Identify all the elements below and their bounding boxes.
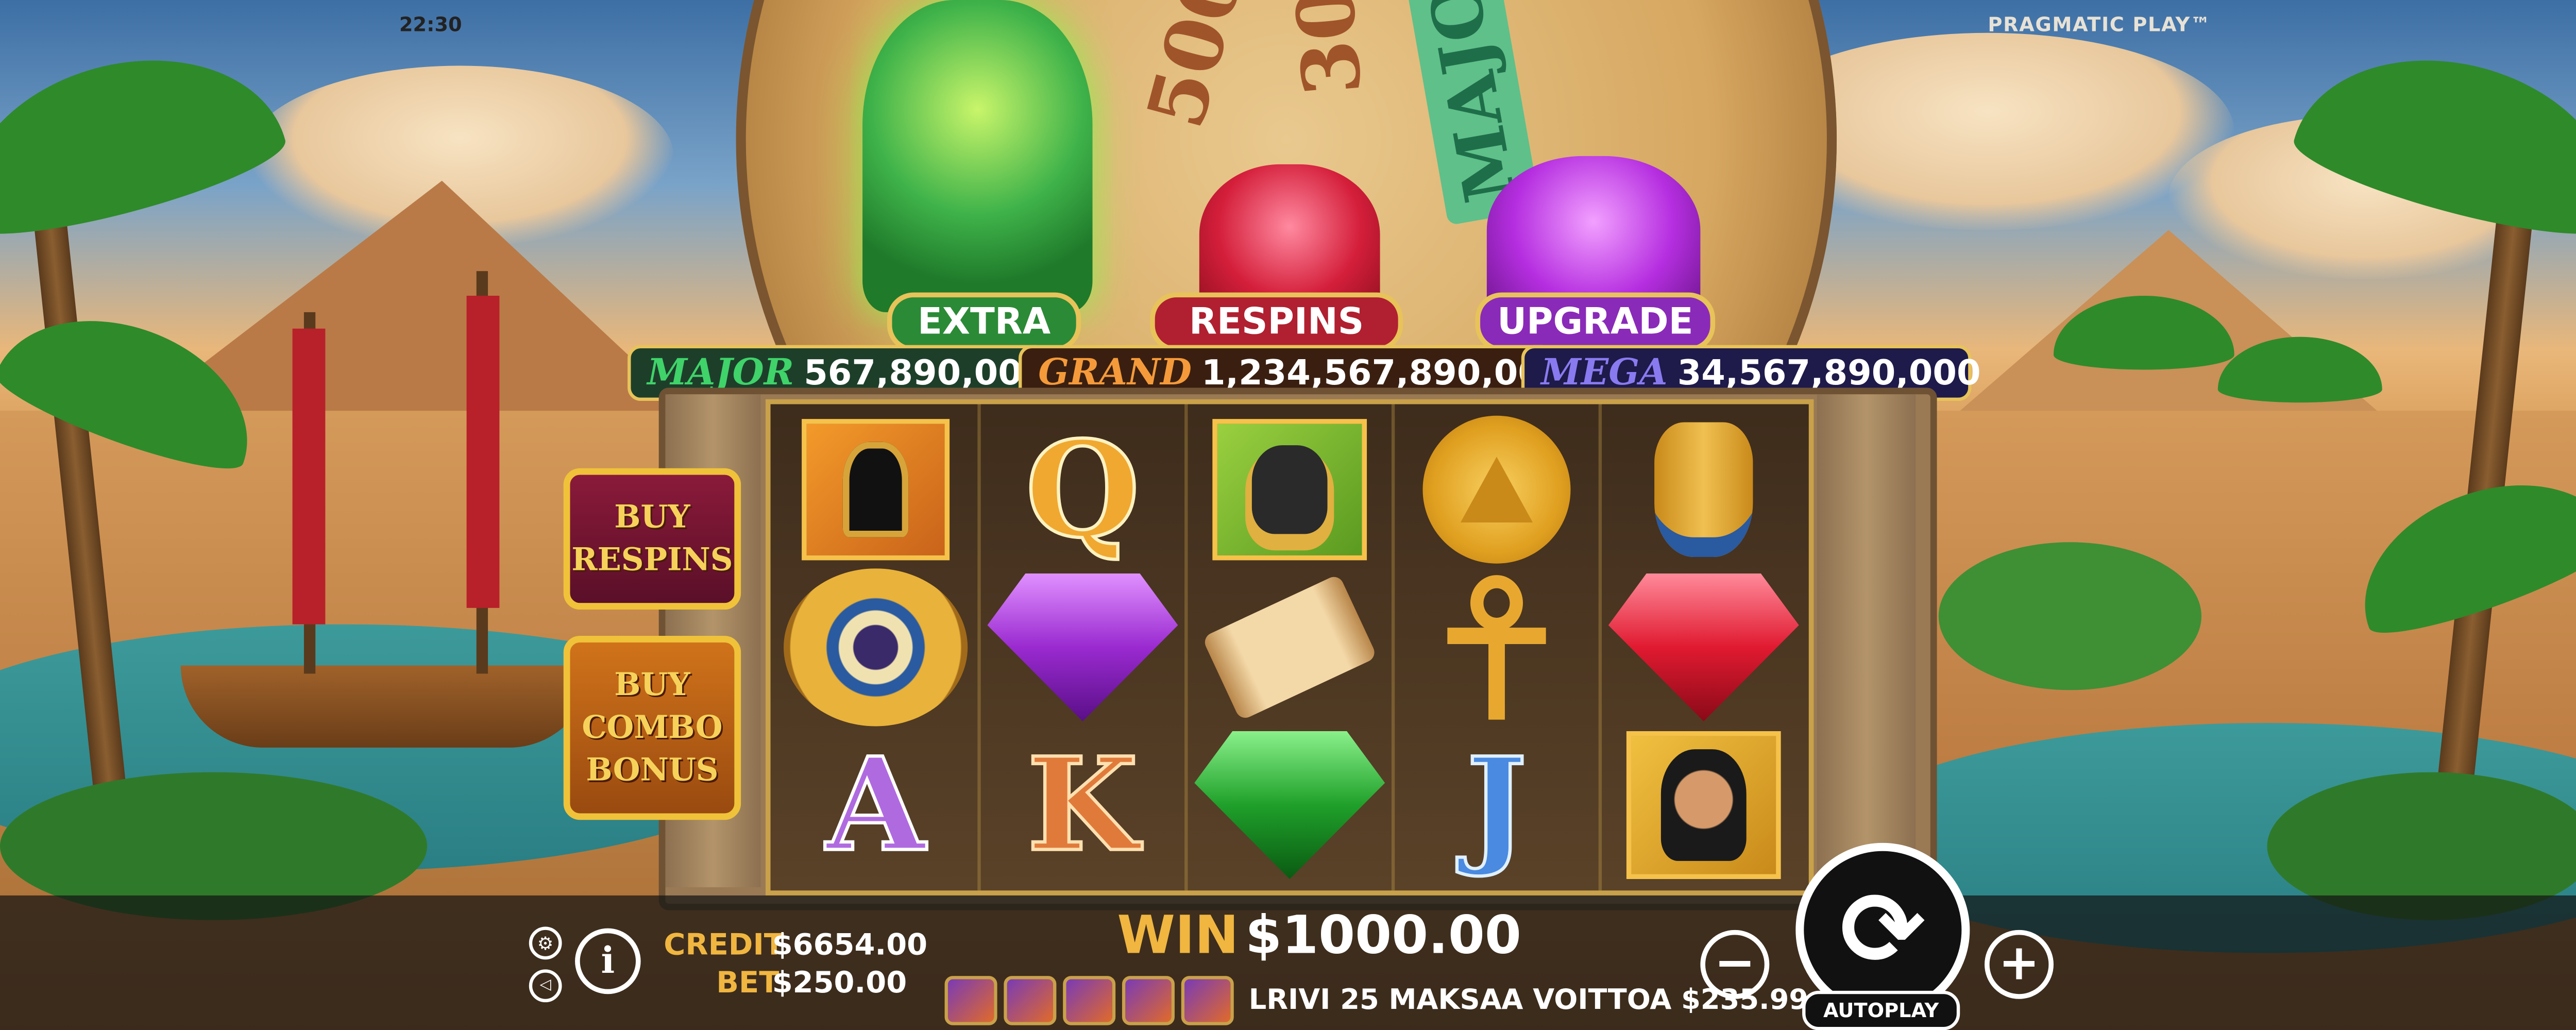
symbol-red-gem-icon	[1602, 568, 1805, 726]
winning-line-info: LRIVI 25 MAKSAA VOITTOA $235.99	[944, 976, 1808, 1025]
wolf-symbol-icon	[1004, 976, 1057, 1025]
jackpot-value: 1,234,567,890,000	[1201, 353, 1566, 393]
symbol-j-icon: J	[1465, 729, 1529, 882]
wolf-symbol-icon	[944, 976, 997, 1025]
symbol-pyramid-coin-icon	[1395, 411, 1598, 568]
symbol-green-gem-icon	[1188, 726, 1391, 884]
symbol-ankh-icon	[1395, 568, 1598, 726]
boat	[180, 665, 591, 748]
settings-gear-icon[interactable]: ⚙	[529, 926, 562, 960]
wolf-symbol-icon	[1122, 976, 1175, 1025]
jackpot-value: 34,567,890,000	[1677, 353, 1981, 393]
bush	[1938, 542, 2201, 690]
symbol-cat-goddess-icon	[1188, 411, 1391, 568]
wolf-symbol-icon	[1181, 976, 1234, 1025]
win-value: $1000.00	[1245, 903, 1521, 967]
pharaoh-green-icon	[862, 0, 1093, 312]
decrease-bet-button[interactable]: −	[1700, 930, 1770, 999]
feature-extra: EXTRA	[887, 292, 1081, 352]
buy-combo-bonus-button[interactable]: BUY COMBO BONUS	[563, 636, 741, 820]
buy-combo-line1: BUY	[614, 667, 690, 703]
wheel-segment: 500	[1130, 0, 1262, 138]
feature-upgrade: UPGRADE	[1475, 292, 1716, 352]
info-button[interactable]: i	[575, 928, 641, 994]
win-label: WIN	[1117, 903, 1239, 967]
buy-respins-button[interactable]: BUY RESPINS	[563, 468, 741, 610]
palm-fronds	[0, 25, 293, 254]
symbol-k-icon: K	[1025, 729, 1140, 882]
wheel-segment: 300	[1274, 0, 1381, 99]
jackpot-value: 567,890,000	[804, 353, 1046, 393]
buy-respins-line2: RESPINS	[571, 542, 733, 579]
brand-logo: PRAGMATIC PLAY™	[1988, 13, 2211, 37]
wolf-symbol-icon	[1063, 976, 1116, 1025]
autoplay-button[interactable]: AUTOPLAY	[1802, 990, 1960, 1030]
buy-combo-line3: BONUS	[586, 752, 719, 789]
clock: 22:30	[399, 13, 462, 37]
symbol-scroll-icon	[1188, 568, 1391, 726]
sound-icon[interactable]: ◁	[529, 969, 562, 1003]
reel-grid: A Q K J	[765, 399, 1814, 896]
boat-sail	[292, 328, 326, 624]
increase-bet-button[interactable]: +	[1985, 930, 2054, 999]
credit-value: $6654.00	[772, 928, 928, 963]
spin-arrows-icon: ⟳	[1840, 869, 1926, 989]
symbol-q-icon: Q	[1024, 411, 1142, 568]
stone-pillar	[1817, 394, 1916, 887]
credit-label: CREDIT	[664, 928, 784, 963]
buy-respins-line1: BUY	[614, 499, 690, 536]
symbol-purple-gem-icon	[981, 568, 1184, 726]
feature-respins: RESPINS	[1150, 292, 1403, 352]
symbol-anubis-icon	[774, 411, 977, 568]
symbol-a-icon: A	[824, 729, 927, 882]
buy-combo-line2: COMBO	[582, 710, 723, 746]
symbol-cleopatra-icon	[1602, 726, 1805, 884]
bet-label: BET	[716, 966, 779, 1001]
boat-sail	[466, 295, 500, 608]
bet-value: $250.00	[772, 966, 907, 1001]
game-stage: 22:30 PRAGMATIC PLAY™ 500 300 MAJOR EXTR…	[0, 0, 2576, 1030]
symbol-canopic-jar-icon	[1602, 411, 1805, 568]
symbol-eye-of-horus-icon	[774, 568, 977, 727]
